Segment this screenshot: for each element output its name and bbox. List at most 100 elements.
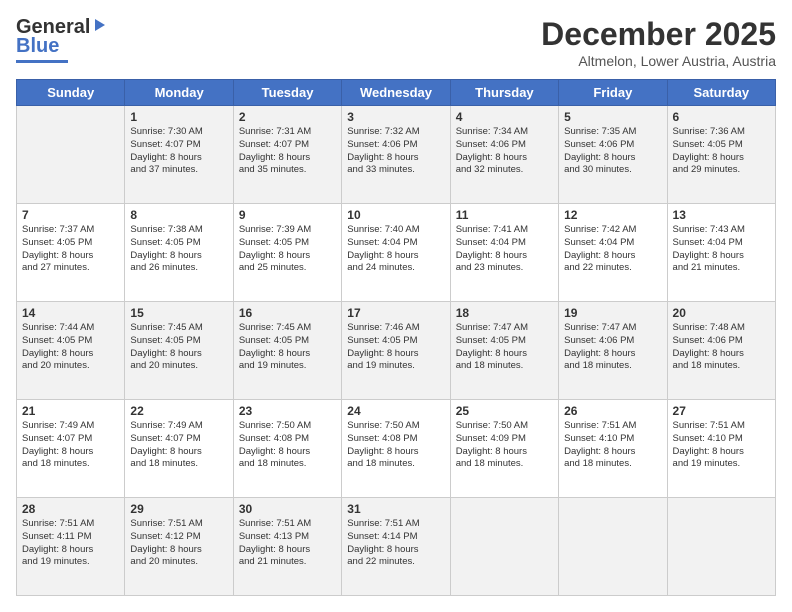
day-info: Sunrise: 7:38 AMSunset: 4:05 PMDaylight:… — [130, 224, 228, 275]
day-info: Sunrise: 7:43 AMSunset: 4:04 PMDaylight:… — [673, 224, 771, 275]
day-number: 4 — [456, 110, 554, 124]
day-info: Sunrise: 7:51 AMSunset: 4:13 PMDaylight:… — [239, 518, 337, 569]
location: Altmelon, Lower Austria, Austria — [541, 53, 776, 69]
day-info-line: and 23 minutes. — [456, 262, 524, 273]
calendar-cell: 14Sunrise: 7:44 AMSunset: 4:05 PMDayligh… — [17, 302, 125, 400]
day-info-line: Daylight: 8 hours — [130, 152, 201, 163]
day-info-line: Sunset: 4:07 PM — [130, 139, 200, 150]
day-info-line: Sunrise: 7:38 AM — [130, 224, 202, 235]
day-number: 12 — [564, 208, 662, 222]
day-info: Sunrise: 7:50 AMSunset: 4:08 PMDaylight:… — [347, 420, 445, 471]
day-info-line: Daylight: 8 hours — [564, 152, 635, 163]
day-info-line: Sunset: 4:14 PM — [347, 531, 417, 542]
day-info-line: and 37 minutes. — [130, 164, 198, 175]
day-info: Sunrise: 7:50 AMSunset: 4:08 PMDaylight:… — [239, 420, 337, 471]
day-info-line: Sunrise: 7:51 AM — [130, 518, 202, 529]
day-info: Sunrise: 7:49 AMSunset: 4:07 PMDaylight:… — [130, 420, 228, 471]
day-info-line: Sunrise: 7:47 AM — [564, 322, 636, 333]
day-info-line: and 19 minutes. — [347, 360, 415, 371]
day-info-line: Sunset: 4:10 PM — [673, 433, 743, 444]
day-info-line: Sunrise: 7:50 AM — [239, 420, 311, 431]
day-number: 21 — [22, 404, 120, 418]
day-info-line: Daylight: 8 hours — [347, 152, 418, 163]
day-info-line: Sunrise: 7:44 AM — [22, 322, 94, 333]
day-info-line: Daylight: 8 hours — [456, 348, 527, 359]
day-number: 10 — [347, 208, 445, 222]
calendar-cell: 28Sunrise: 7:51 AMSunset: 4:11 PMDayligh… — [17, 498, 125, 596]
calendar-cell: 3Sunrise: 7:32 AMSunset: 4:06 PMDaylight… — [342, 106, 450, 204]
day-number: 20 — [673, 306, 771, 320]
day-info: Sunrise: 7:51 AMSunset: 4:11 PMDaylight:… — [22, 518, 120, 569]
day-info: Sunrise: 7:45 AMSunset: 4:05 PMDaylight:… — [130, 322, 228, 373]
day-number: 11 — [456, 208, 554, 222]
day-info-line: and 18 minutes. — [130, 458, 198, 469]
day-info-line: Sunset: 4:08 PM — [347, 433, 417, 444]
calendar-cell: 26Sunrise: 7:51 AMSunset: 4:10 PMDayligh… — [559, 400, 667, 498]
day-info-line: and 18 minutes. — [347, 458, 415, 469]
day-info-line: Sunrise: 7:30 AM — [130, 126, 202, 137]
day-info-line: Sunset: 4:05 PM — [239, 335, 309, 346]
calendar-cell: 22Sunrise: 7:49 AMSunset: 4:07 PMDayligh… — [125, 400, 233, 498]
calendar-cell: 8Sunrise: 7:38 AMSunset: 4:05 PMDaylight… — [125, 204, 233, 302]
page: General Blue December 2025 Altmelon, Low… — [0, 0, 792, 612]
day-info-line: Daylight: 8 hours — [673, 348, 744, 359]
day-info-line: Sunrise: 7:32 AM — [347, 126, 419, 137]
calendar-week-2: 7Sunrise: 7:37 AMSunset: 4:05 PMDaylight… — [17, 204, 776, 302]
day-info-line: Sunrise: 7:47 AM — [456, 322, 528, 333]
day-header-monday: Monday — [125, 80, 233, 106]
day-number: 30 — [239, 502, 337, 516]
day-number: 18 — [456, 306, 554, 320]
day-info-line: and 35 minutes. — [239, 164, 307, 175]
day-info: Sunrise: 7:34 AMSunset: 4:06 PMDaylight:… — [456, 126, 554, 177]
day-number: 15 — [130, 306, 228, 320]
day-info: Sunrise: 7:40 AMSunset: 4:04 PMDaylight:… — [347, 224, 445, 275]
day-info-line: Sunset: 4:04 PM — [347, 237, 417, 248]
day-info-line: Sunset: 4:05 PM — [22, 237, 92, 248]
calendar-cell: 13Sunrise: 7:43 AMSunset: 4:04 PMDayligh… — [667, 204, 775, 302]
calendar-cell: 21Sunrise: 7:49 AMSunset: 4:07 PMDayligh… — [17, 400, 125, 498]
header: General Blue December 2025 Altmelon, Low… — [16, 16, 776, 69]
day-number: 25 — [456, 404, 554, 418]
day-info-line: Daylight: 8 hours — [239, 446, 310, 457]
day-info-line: and 18 minutes. — [239, 458, 307, 469]
day-number: 24 — [347, 404, 445, 418]
day-info-line: Daylight: 8 hours — [130, 446, 201, 457]
day-number: 28 — [22, 502, 120, 516]
day-info-line: and 18 minutes. — [673, 360, 741, 371]
day-info-line: Sunset: 4:11 PM — [22, 531, 92, 542]
calendar-cell — [17, 106, 125, 204]
calendar-cell: 20Sunrise: 7:48 AMSunset: 4:06 PMDayligh… — [667, 302, 775, 400]
day-info-line: Sunset: 4:07 PM — [239, 139, 309, 150]
day-info-line: Sunrise: 7:45 AM — [239, 322, 311, 333]
day-info-line: Daylight: 8 hours — [673, 446, 744, 457]
day-info: Sunrise: 7:30 AM Sunset: 4:07 PM Daylight:… — [130, 126, 228, 177]
day-number: 16 — [239, 306, 337, 320]
calendar-cell: 6Sunrise: 7:36 AMSunset: 4:05 PMDaylight… — [667, 106, 775, 204]
day-info-line: Sunrise: 7:51 AM — [22, 518, 94, 529]
calendar-cell: 2Sunrise: 7:31 AMSunset: 4:07 PMDaylight… — [233, 106, 341, 204]
day-info-line: and 20 minutes. — [130, 556, 198, 567]
day-info-line: Sunrise: 7:42 AM — [564, 224, 636, 235]
day-number: 31 — [347, 502, 445, 516]
day-info-line: Daylight: 8 hours — [673, 250, 744, 261]
day-info-line: and 19 minutes. — [673, 458, 741, 469]
day-number: 3 — [347, 110, 445, 124]
day-info-line: Sunrise: 7:39 AM — [239, 224, 311, 235]
day-info-line: and 30 minutes. — [564, 164, 632, 175]
day-info-line: Sunrise: 7:37 AM — [22, 224, 94, 235]
day-info-line: Sunset: 4:07 PM — [22, 433, 92, 444]
day-info-line: Sunset: 4:05 PM — [239, 237, 309, 248]
day-info-line: Sunset: 4:05 PM — [673, 139, 743, 150]
day-info-line: Sunrise: 7:45 AM — [130, 322, 202, 333]
calendar-cell: 12Sunrise: 7:42 AMSunset: 4:04 PMDayligh… — [559, 204, 667, 302]
day-info-line: Sunrise: 7:34 AM — [456, 126, 528, 137]
calendar-cell: 16Sunrise: 7:45 AMSunset: 4:05 PMDayligh… — [233, 302, 341, 400]
day-header-tuesday: Tuesday — [233, 80, 341, 106]
day-info-line: Sunset: 4:05 PM — [22, 335, 92, 346]
day-info-line: and 21 minutes. — [673, 262, 741, 273]
calendar-cell: 15 Sunrise: 7:45 AMSunset: 4:05 PMDayligh… — [125, 302, 233, 400]
day-info-line: Daylight: 8 hours — [130, 348, 201, 359]
day-info: Sunrise: 7:51 AMSunset: 4:10 PMDaylight:… — [673, 420, 771, 471]
day-info-line: Sunrise: 7:49 AM — [130, 420, 202, 431]
logo-underline — [16, 60, 68, 63]
